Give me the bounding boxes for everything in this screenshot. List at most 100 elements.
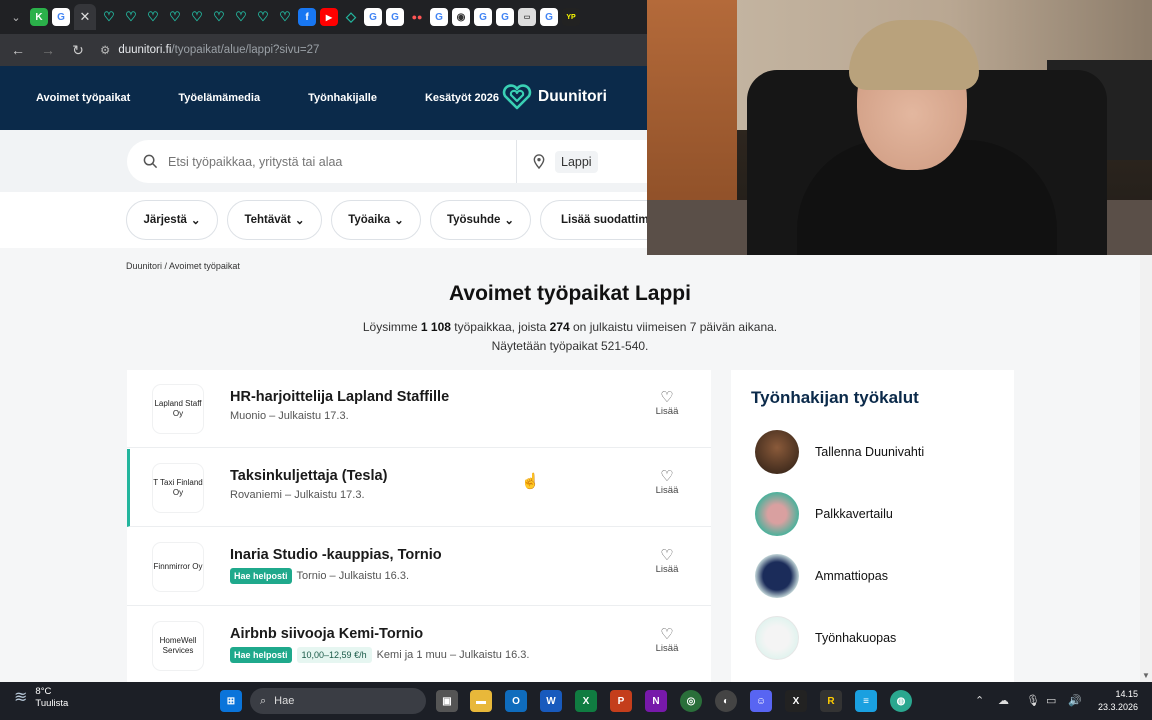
tab-youtube-icon[interactable]: ▶: [320, 8, 338, 26]
filter-tasks[interactable]: Tehtävät ⌄: [227, 200, 322, 240]
monitor-icon[interactable]: ▭: [1046, 694, 1056, 707]
job-location-date: Rovaniemi – Julkaistu 17.3.: [230, 489, 365, 501]
tool-label: Ammattiopas: [815, 569, 888, 583]
webcam-hair: [849, 20, 979, 90]
tab-duunitori-icon[interactable]: ♡: [232, 8, 250, 26]
tab-google-icon[interactable]: G: [474, 8, 492, 26]
company-logo: Lapland Staff Oy: [153, 385, 203, 433]
word-icon[interactable]: W: [540, 690, 562, 712]
filter-worktime[interactable]: Työaika ⌄: [331, 200, 421, 240]
x-app-icon[interactable]: X: [785, 690, 807, 712]
tab-duunitori-icon[interactable]: ◇: [342, 8, 360, 26]
steam-icon[interactable]: ◐: [715, 690, 737, 712]
scrollbar[interactable]: ▼: [1140, 248, 1152, 682]
excel-icon[interactable]: X: [575, 690, 597, 712]
start-icon[interactable]: ⊞: [220, 690, 242, 712]
job-card[interactable]: T Taxi Finland Oy Taksinkuljettaja (Tesl…: [127, 449, 711, 527]
active-tab-close-icon[interactable]: ✕: [74, 4, 96, 30]
chevron-down-icon: ⌄: [394, 215, 404, 227]
search-input[interactable]: [168, 154, 468, 169]
back-icon[interactable]: ←: [10, 42, 26, 58]
volume-icon[interactable]: 🔊: [1068, 694, 1082, 707]
tab-keyboard-icon[interactable]: ▭: [518, 8, 536, 26]
tab-yp-icon[interactable]: YP: [562, 8, 580, 26]
tool-profession-guide[interactable]: Ammattiopas: [755, 554, 888, 598]
tab-google-icon[interactable]: G: [430, 8, 448, 26]
tab-duunitori-icon[interactable]: ♡: [144, 8, 162, 26]
chevron-down-icon: ⌄: [190, 215, 201, 227]
tool-salary-compare[interactable]: Palkkavertailu: [755, 492, 893, 536]
job-card[interactable]: HomeWell Services Airbnb siivooja Kemi-T…: [127, 607, 711, 682]
outlook-icon[interactable]: O: [505, 690, 527, 712]
mouse-cursor-icon: ☝: [521, 473, 540, 490]
tab-google-icon[interactable]: G: [540, 8, 558, 26]
job-meta: Hae helposti Tornio – Julkaistu 16.3.: [230, 568, 409, 584]
tab-google-icon[interactable]: G: [52, 8, 70, 26]
breadcrumb[interactable]: Duunitori / Avoimet työpaikat: [126, 261, 240, 271]
nav-link-media[interactable]: Työelämämedia: [178, 92, 260, 104]
chrome-icon[interactable]: ◎: [680, 690, 702, 712]
rl-app-icon[interactable]: R: [820, 690, 842, 712]
tab-duunitori-icon[interactable]: ♡: [166, 8, 184, 26]
job-title[interactable]: Inaria Studio -kauppias, Tornio: [230, 547, 442, 563]
duunitori-logo[interactable]: Duunitori: [502, 84, 607, 110]
tab-google-icon[interactable]: G: [496, 8, 514, 26]
tab-google-icon[interactable]: G: [386, 8, 404, 26]
discord-icon[interactable]: ☺: [750, 690, 772, 712]
tab-list-icon[interactable]: ⌄: [6, 7, 26, 27]
tab-duunitori-icon[interactable]: ♡: [276, 8, 294, 26]
taskbar-clock[interactable]: 14.15 23.3.2026: [1096, 688, 1138, 714]
job-meta: Muonio – Julkaistu 17.3.: [230, 410, 349, 422]
tab-duunitori-icon[interactable]: ♡: [210, 8, 228, 26]
tab-flickr-icon[interactable]: ●●: [408, 8, 426, 26]
network-icon[interactable]: ☁: [998, 694, 1009, 707]
weather-widget[interactable]: ≋ 8°C Tuulista: [14, 686, 68, 710]
filter-sort[interactable]: Järjestä ⌄: [126, 200, 218, 240]
save-job-button[interactable]: ♡ Lisää: [650, 390, 684, 418]
nav-link-summer-jobs[interactable]: Kesätyöt 2026: [425, 92, 499, 104]
tab-duunitori-icon[interactable]: ♡: [122, 8, 140, 26]
job-title[interactable]: Airbnb siivooja Kemi-Tornio: [230, 626, 423, 642]
file-explorer-icon[interactable]: ▬: [470, 690, 492, 712]
tab-kick-icon[interactable]: K: [30, 8, 48, 26]
webcam-person: [797, 20, 1057, 255]
task-view-icon[interactable]: ▣: [436, 690, 458, 712]
nav-link-jobs[interactable]: Avoimet työpaikat: [36, 92, 130, 104]
tab-duunitori-icon[interactable]: ♡: [254, 8, 272, 26]
job-title[interactable]: Taksinkuljettaja (Tesla): [230, 468, 387, 484]
globe-icon[interactable]: ◍: [890, 690, 912, 712]
scroll-down-icon[interactable]: ▼: [1142, 671, 1150, 680]
easy-apply-badge: Hae helposti: [230, 568, 292, 584]
site-info-icon[interactable]: ⚙: [100, 43, 110, 57]
location-chip[interactable]: Lappi: [555, 150, 598, 173]
save-job-button[interactable]: ♡ Lisää: [650, 627, 684, 655]
job-title[interactable]: HR-harjoittelija Lapland Staffille: [230, 389, 449, 405]
tool-duunivahti[interactable]: Tallenna Duunivahti: [755, 430, 924, 474]
job-card[interactable]: Lapland Staff Oy HR-harjoittelija Laplan…: [127, 370, 711, 448]
save-job-button[interactable]: ♡ Lisää: [650, 469, 684, 497]
notepad-icon[interactable]: ≡: [855, 690, 877, 712]
salary-badge: 10,00–12,59 €/h: [296, 647, 372, 663]
url-field[interactable]: ⚙ duunitori.fi/tyopaikat/alue/lappi?sivu…: [100, 43, 319, 57]
tab-github-icon[interactable]: ◉: [452, 8, 470, 26]
tray-overflow-icon[interactable]: ⌃: [975, 694, 984, 707]
job-card[interactable]: Finnmirror Oy Inaria Studio -kauppias, T…: [127, 528, 711, 606]
taskbar-search[interactable]: ⌕ Hae: [250, 688, 426, 714]
nav-link-jobseekers[interactable]: Työnhakijalle: [308, 92, 377, 104]
tab-duunitori-icon[interactable]: ♡: [188, 8, 206, 26]
microphone-icon[interactable]: 🎙: [1026, 694, 1040, 707]
tab-facebook-icon[interactable]: f: [298, 8, 316, 26]
easy-apply-badge: Hae helposti: [230, 647, 292, 663]
forward-icon[interactable]: →: [40, 42, 56, 58]
powerpoint-icon[interactable]: P: [610, 690, 632, 712]
book-icon: [755, 554, 799, 598]
onenote-icon[interactable]: N: [645, 690, 667, 712]
tool-jobsearch-guide[interactable]: Työnhakuopas: [755, 616, 896, 660]
search-icon: ⌕: [260, 694, 267, 707]
filter-employment[interactable]: Työsuhde ⌄: [430, 200, 531, 240]
reload-icon[interactable]: ↻: [70, 42, 86, 59]
tab-duunitori-icon[interactable]: ♡: [100, 8, 118, 26]
tab-google-icon[interactable]: G: [364, 8, 382, 26]
save-job-button[interactable]: ♡ Lisää: [650, 548, 684, 576]
wind-icon: ≋: [14, 689, 28, 706]
